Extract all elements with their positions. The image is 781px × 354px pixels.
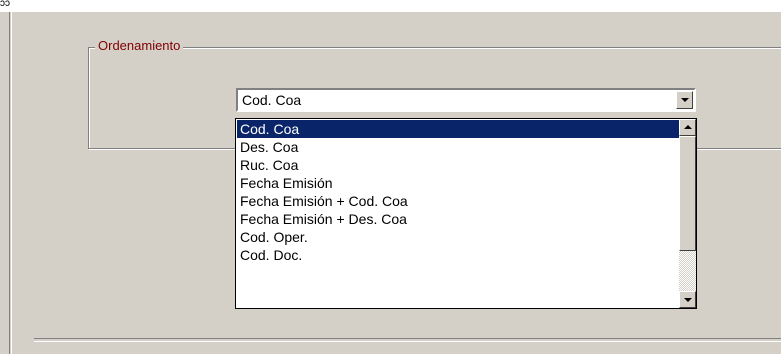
separator-line: [34, 338, 781, 342]
list-item[interactable]: Des. Coa: [237, 138, 680, 156]
list-item[interactable]: Cod. Coa: [237, 120, 680, 138]
list-item[interactable]: Cod. Doc.: [237, 246, 680, 264]
arrow-down-icon: [684, 298, 692, 302]
scroll-up-button[interactable]: [679, 119, 696, 136]
chevron-down-icon: [681, 98, 689, 102]
scrollbar-thumb[interactable]: [679, 136, 696, 251]
groupbox-label: Ordenamiento: [95, 38, 184, 54]
ordering-combobox[interactable]: Cod. Coa: [236, 88, 696, 112]
ordering-dropdown-list[interactable]: Cod. Coa Des. Coa Ruc. Coa Fecha Emisión…: [235, 118, 697, 309]
scroll-down-button[interactable]: [679, 291, 696, 308]
arrow-up-icon: [684, 125, 692, 129]
list-item[interactable]: Ruc. Coa: [237, 156, 680, 174]
list-item[interactable]: Fecha Emisión + Des. Coa: [237, 210, 680, 228]
window-title-fragment: ɔɔ: [0, 0, 10, 9]
list-item[interactable]: Fecha Emisión: [237, 174, 680, 192]
combobox-value: Cod. Coa: [242, 92, 302, 108]
dropdown-button[interactable]: [676, 91, 693, 109]
vertical-scrollbar[interactable]: [679, 119, 696, 308]
list-item[interactable]: Cod. Oper.: [237, 228, 680, 246]
list-item[interactable]: Fecha Emisión + Cod. Coa: [237, 192, 680, 210]
